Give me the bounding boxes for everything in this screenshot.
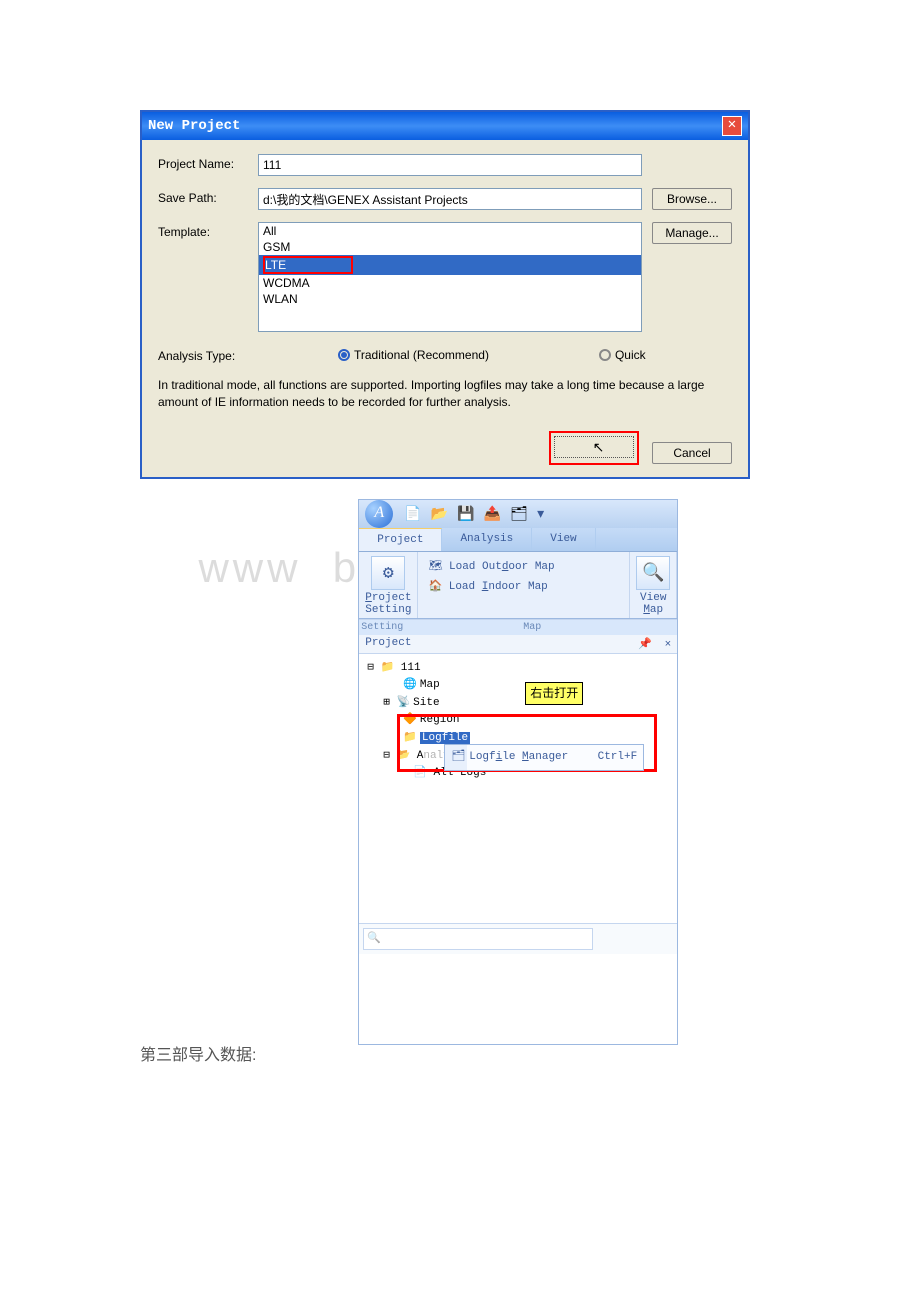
load-outdoor-map-button[interactable]: 🗺 Load Outdoor Map bbox=[424, 556, 623, 576]
app-orb-icon[interactable]: A bbox=[365, 500, 393, 528]
analysis-description: In traditional mode, all functions are s… bbox=[158, 377, 732, 411]
context-menu[interactable]: 🗂 Logfile Manager Ctrl+F bbox=[444, 744, 644, 772]
ribbon-group-map: 🗺 Load Outdoor Map 🏠 Load Indoor Map bbox=[418, 552, 630, 618]
project-tree[interactable]: ⊟ 📁 111 🌐Map ⊞ 📡Site 🔶Region 📁Logfile ⊟ … bbox=[359, 654, 677, 923]
app-quick-access: A 📄 📂 💾 📤 🗂 ▾ bbox=[359, 500, 677, 528]
save-path-input[interactable] bbox=[258, 188, 642, 210]
search-row bbox=[359, 923, 677, 954]
folder-icon[interactable]: 🗂 bbox=[510, 505, 528, 521]
browse-button[interactable]: Browse... bbox=[652, 188, 732, 210]
ok-button[interactable]: ↖ bbox=[554, 436, 634, 458]
tree-map[interactable]: 🌐Map bbox=[367, 677, 669, 695]
gear-icon: ⚙ bbox=[371, 556, 405, 590]
panel-close-icon[interactable]: × bbox=[665, 639, 672, 651]
template-option-wlan[interactable]: WLAN bbox=[259, 291, 641, 307]
project-name-input[interactable] bbox=[258, 154, 642, 176]
ribbon: ⚙ ProjectSetting 🗺 Load Outdoor Map 🏠 Lo… bbox=[359, 552, 677, 619]
manage-button[interactable]: Manage... bbox=[652, 222, 732, 244]
new-project-dialog: New Project ✕ Project Name: Save Path: B… bbox=[140, 110, 750, 479]
panel-title: Project bbox=[365, 637, 411, 651]
dropdown-icon[interactable]: ▾ bbox=[537, 505, 544, 521]
tab-project[interactable]: Project bbox=[359, 528, 442, 551]
template-option-wcdma[interactable]: WCDMA bbox=[259, 275, 641, 291]
caption-text: 第三部导入数据: bbox=[140, 1041, 256, 1065]
tab-view[interactable]: View bbox=[532, 528, 595, 551]
ribbon-group-setting: ⚙ ProjectSetting bbox=[359, 552, 418, 618]
save-icon[interactable]: 💾 bbox=[457, 505, 474, 521]
context-menu-logfile-manager[interactable]: 🗂 Logfile Manager Ctrl+F bbox=[447, 747, 641, 769]
project-name-label: Project Name: bbox=[158, 154, 258, 171]
tooltip-rightclick: 右击打开 bbox=[525, 682, 583, 705]
new-icon[interactable]: 📄 bbox=[404, 505, 421, 521]
dialog-body: Project Name: Save Path: Browse... Templ… bbox=[142, 140, 748, 477]
group-label-setting: Setting bbox=[359, 619, 437, 635]
close-button[interactable]: ✕ bbox=[722, 116, 742, 136]
dialog-title: New Project bbox=[148, 118, 240, 134]
group-labels: Setting Map bbox=[359, 619, 677, 635]
quick-radio[interactable]: Quick bbox=[599, 348, 646, 362]
template-option-gsm[interactable]: GSM bbox=[259, 239, 641, 255]
qat-icons: 📄 📂 💾 📤 🗂 ▾ bbox=[401, 505, 547, 522]
app-window: A 📄 📂 💾 📤 🗂 ▾ Project Analysis View bbox=[358, 499, 678, 1045]
save-path-label: Save Path: bbox=[158, 188, 258, 205]
ok-highlight: ↖ bbox=[549, 431, 639, 465]
magnify-map-icon: 🔍 bbox=[636, 556, 670, 590]
traditional-radio[interactable]: Traditional (Recommend) bbox=[338, 348, 489, 362]
highlight-box: LTE bbox=[263, 256, 353, 274]
tab-analysis[interactable]: Analysis bbox=[442, 528, 532, 551]
group-label-map: Map bbox=[437, 619, 627, 635]
manager-icon: 🗂 bbox=[451, 749, 469, 767]
ribbon-group-viewmap: 🔍 ViewMap bbox=[630, 552, 677, 618]
ribbon-tabs: Project Analysis View bbox=[359, 528, 677, 552]
template-option-all[interactable]: All bbox=[259, 223, 641, 239]
view-map-button[interactable]: 🔍 ViewMap bbox=[636, 556, 670, 616]
dialog-titlebar[interactable]: New Project ✕ bbox=[142, 112, 748, 140]
search-input[interactable] bbox=[363, 928, 593, 950]
project-panel: Project 📌 × ⊟ 📁 111 🌐Map ⊞ 📡Site 🔶Region… bbox=[359, 635, 677, 1044]
panel-header: Project 📌 × bbox=[359, 635, 677, 654]
project-setting-button[interactable]: ⚙ ProjectSetting bbox=[365, 556, 411, 616]
template-label: Template: bbox=[158, 222, 258, 239]
tree-root[interactable]: ⊟ 📁 111 bbox=[367, 660, 669, 678]
cursor-icon: ↖ bbox=[593, 439, 605, 456]
open-icon[interactable]: 📂 bbox=[431, 505, 448, 521]
analysis-type-label: Analysis Type: bbox=[158, 346, 258, 363]
tree-site[interactable]: ⊞ 📡Site bbox=[367, 695, 669, 713]
export-icon[interactable]: 📤 bbox=[484, 505, 501, 521]
cancel-button[interactable]: Cancel bbox=[652, 442, 732, 464]
pin-icon[interactable]: 📌 bbox=[638, 639, 652, 651]
template-option-lte[interactable]: LTE bbox=[259, 255, 641, 275]
template-listbox[interactable]: All GSM LTE WCDMA WLAN bbox=[258, 222, 642, 332]
load-indoor-map-button[interactable]: 🏠 Load Indoor Map bbox=[424, 576, 623, 596]
